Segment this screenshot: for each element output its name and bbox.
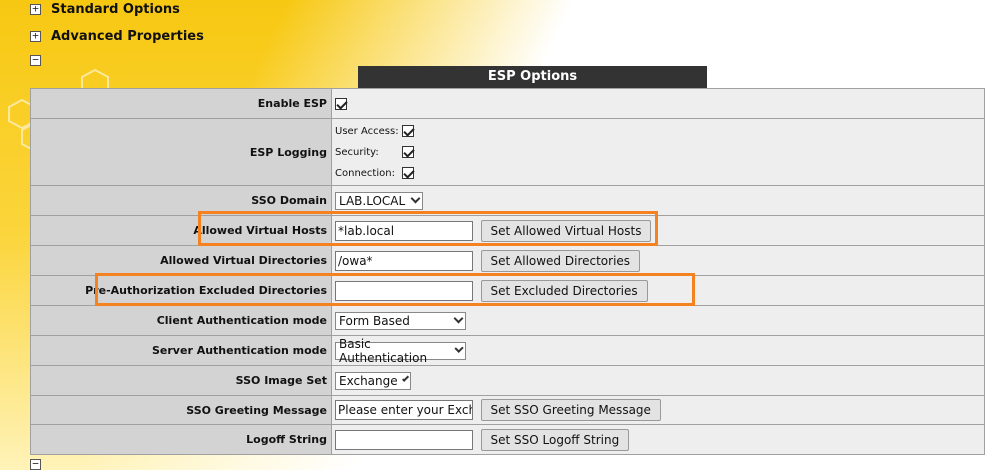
sso-image-set-select[interactable]: Exchange <box>335 371 411 390</box>
enable-esp-checkbox[interactable] <box>335 98 347 110</box>
expand-icon[interactable]: + <box>30 3 41 15</box>
highlight-allowed-virtual-hosts <box>198 211 658 246</box>
connection-checkbox[interactable] <box>402 167 414 179</box>
server-auth-mode-value: Basic Authentication <box>339 336 428 365</box>
logoff-string-label: Logoff String <box>30 424 332 455</box>
expand-icon[interactable]: + <box>30 30 41 42</box>
highlight-preauth-excluded-directories <box>95 273 695 306</box>
chevron-down-icon <box>410 193 421 204</box>
section-next-collapse[interactable]: − <box>30 458 51 470</box>
security-checkbox[interactable] <box>402 146 414 158</box>
section-label: Standard Options <box>51 2 180 17</box>
sso-domain-value: LAB.LOCAL <box>339 193 406 208</box>
client-auth-mode-value: Form Based <box>339 313 410 328</box>
chevron-down-icon <box>401 374 409 383</box>
row-sso-greeting-message: SSO Greeting Message Please enter your E… <box>30 395 985 425</box>
esp-logging-label: ESP Logging <box>30 118 332 186</box>
user-access-checkbox[interactable] <box>402 125 414 137</box>
logging-security: Security: <box>335 142 984 163</box>
allowed-virtual-directories-input[interactable]: /owa* <box>335 250 473 271</box>
row-enable-esp: Enable ESP <box>30 88 985 119</box>
sso-image-set-value: Exchange <box>339 373 398 388</box>
row-logoff-string: Logoff String Set SSO Logoff String <box>30 424 985 455</box>
enable-esp-label: Enable ESP <box>30 88 332 119</box>
chevron-down-icon <box>454 343 464 354</box>
section-advanced-properties[interactable]: + Advanced Properties <box>30 29 204 44</box>
collapse-icon[interactable]: − <box>30 458 41 470</box>
set-sso-logoff-string-button[interactable]: Set SSO Logoff String <box>480 428 630 451</box>
logging-user-access: User Access: <box>335 121 984 142</box>
client-auth-mode-select[interactable]: Form Based <box>335 311 466 330</box>
row-client-auth-mode: Client Authentication mode Form Based <box>30 305 985 336</box>
sso-greeting-message-input[interactable]: Please enter your Exchar <box>335 400 473 420</box>
esp-options-table: Enable ESP ESP Logging User Access: Secu… <box>30 88 985 455</box>
section-esp-collapse[interactable]: − <box>30 54 51 66</box>
connection-label: Connection: <box>335 167 395 179</box>
section-standard-options[interactable]: + Standard Options <box>30 2 180 17</box>
esp-options-header: ESP Options <box>358 66 707 88</box>
security-label: Security: <box>335 146 379 158</box>
logoff-string-input[interactable] <box>335 429 473 450</box>
set-allowed-directories-button[interactable]: Set Allowed Directories <box>480 249 641 272</box>
sso-image-set-label: SSO Image Set <box>30 365 332 396</box>
set-sso-greeting-message-button[interactable]: Set SSO Greeting Message <box>480 399 661 421</box>
row-sso-image-set: SSO Image Set Exchange <box>30 365 985 396</box>
logging-connection: Connection: <box>335 163 984 184</box>
collapse-icon[interactable]: − <box>30 54 41 66</box>
user-access-label: User Access: <box>335 125 399 137</box>
section-label: Advanced Properties <box>51 29 204 44</box>
server-auth-mode-label: Server Authentication mode <box>30 335 332 366</box>
client-auth-mode-label: Client Authentication mode <box>30 305 332 336</box>
server-auth-mode-select[interactable]: Basic Authentication <box>335 337 466 365</box>
chevron-down-icon <box>453 313 464 324</box>
row-allowed-virtual-directories: Allowed Virtual Directories /owa* Set Al… <box>30 245 985 276</box>
row-esp-logging: ESP Logging User Access: Security: Conne… <box>30 118 985 186</box>
row-server-auth-mode: Server Authentication mode Basic Authent… <box>30 335 985 366</box>
allowed-virtual-directories-label: Allowed Virtual Directories <box>30 245 332 276</box>
sso-greeting-message-label: SSO Greeting Message <box>30 395 332 425</box>
sso-domain-select[interactable]: LAB.LOCAL <box>335 191 423 210</box>
